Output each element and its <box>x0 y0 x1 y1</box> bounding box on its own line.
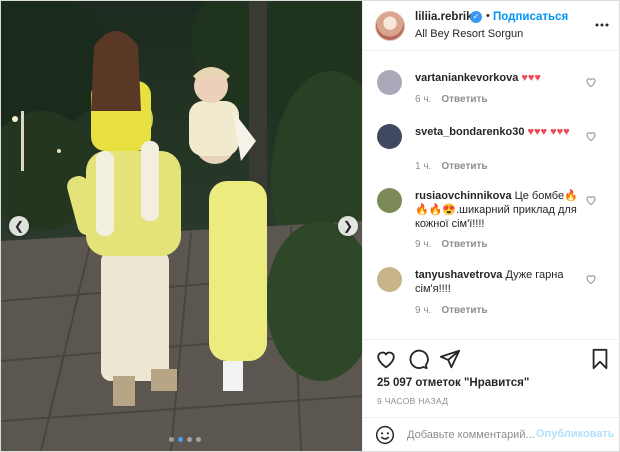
comment-body: vartaniankevorkova ♥♥♥ <box>415 71 585 85</box>
photo-illustration <box>1 1 362 451</box>
comment-meta: 1 ч. Ответить <box>415 161 498 172</box>
commenter-avatar[interactable] <box>377 188 402 213</box>
reply-button[interactable]: Ответить <box>441 94 487 105</box>
comment-bubble-icon[interactable] <box>407 348 429 370</box>
comment-time: 6 ч. <box>415 94 432 105</box>
header-separator: • <box>486 10 490 22</box>
comment-meta: 9 ч. Ответить <box>415 239 498 250</box>
like-comment-heart-icon[interactable] <box>585 130 597 142</box>
previous-photo-button[interactable]: ❮ <box>9 216 29 236</box>
more-options-icon[interactable] <box>594 17 610 33</box>
chevron-left-icon: ❮ <box>13 219 25 233</box>
like-heart-icon[interactable] <box>375 348 397 370</box>
comment-time: 1 ч. <box>415 161 432 172</box>
reply-button[interactable]: Ответить <box>441 239 487 250</box>
verified-badge-icon: ✓ <box>470 11 482 23</box>
save-bookmark-icon[interactable] <box>589 348 611 370</box>
commenter-username[interactable]: vartaniankevorkova <box>415 72 518 84</box>
comments-list[interactable]: vartaniankevorkova ♥♥♥ 6 ч. Ответить sveta… <box>363 52 620 339</box>
comment-meta: 9 ч. Ответить <box>415 305 498 316</box>
like-comment-heart-icon[interactable] <box>585 76 597 88</box>
chevron-right-icon: ❯ <box>342 219 354 233</box>
commenter-avatar[interactable] <box>377 124 402 149</box>
post-header: liliia.rebrik ✓ • Подписаться All Bey Re… <box>363 1 620 51</box>
like-comment-heart-icon[interactable] <box>585 273 597 285</box>
post-time: 9 часов назад <box>377 396 449 406</box>
commenter-avatar[interactable] <box>377 70 402 95</box>
commenter-username[interactable]: tanyushavetrova <box>415 269 502 281</box>
post-photo[interactable]: ❮ ❯ <box>1 1 362 451</box>
commenter-avatar[interactable] <box>377 267 402 292</box>
commenter-username[interactable]: rusiaovchinnikova <box>415 190 512 202</box>
comment-body: rusiaovchinnikova Це бомбе🔥🔥🔥😍.шикарний п… <box>415 189 585 231</box>
carousel-dot <box>169 437 174 442</box>
carousel-dot <box>196 437 201 442</box>
emoji-icon[interactable] <box>375 425 395 445</box>
comment-body: tanyushavetrova Дуже гарна сім'я!!!! <box>415 268 585 296</box>
post-actions: 25 097 отметок "Нравится" 9 часов назад … <box>363 339 620 451</box>
follow-button[interactable]: Подписаться <box>493 11 568 23</box>
carousel-dots <box>169 437 201 442</box>
next-photo-button[interactable]: ❯ <box>338 216 358 236</box>
reply-button[interactable]: Ответить <box>441 161 487 172</box>
carousel-dot-active <box>178 437 183 442</box>
likes-count[interactable]: 25 097 отметок "Нравится" <box>377 377 529 389</box>
like-comment-heart-icon[interactable] <box>585 194 597 206</box>
comment-input[interactable] <box>407 426 535 444</box>
share-paper-plane-icon[interactable] <box>439 348 461 370</box>
author-username[interactable]: liliia.rebrik <box>415 11 473 23</box>
comment-text: ♥♥♥ <box>521 72 541 84</box>
add-comment-bar: Опубликовать <box>363 417 620 452</box>
post-location[interactable]: All Bey Resort Sorgun <box>415 28 523 40</box>
carousel-dot <box>187 437 192 442</box>
publish-comment-button[interactable]: Опубликовать <box>536 428 615 440</box>
commenter-username[interactable]: sveta_bondarenko30 <box>415 126 524 138</box>
author-avatar[interactable] <box>375 11 405 41</box>
comment-meta: 6 ч. Ответить <box>415 94 498 105</box>
comment-time: 9 ч. <box>415 239 432 250</box>
reply-button[interactable]: Ответить <box>441 305 487 316</box>
comment-text: ♥♥♥ ♥♥♥ <box>527 126 570 138</box>
comment-time: 9 ч. <box>415 305 432 316</box>
comment-body: sveta_bondarenko30 ♥♥♥ ♥♥♥ <box>415 125 585 139</box>
post-side-panel: liliia.rebrik ✓ • Подписаться All Bey Re… <box>362 1 620 451</box>
